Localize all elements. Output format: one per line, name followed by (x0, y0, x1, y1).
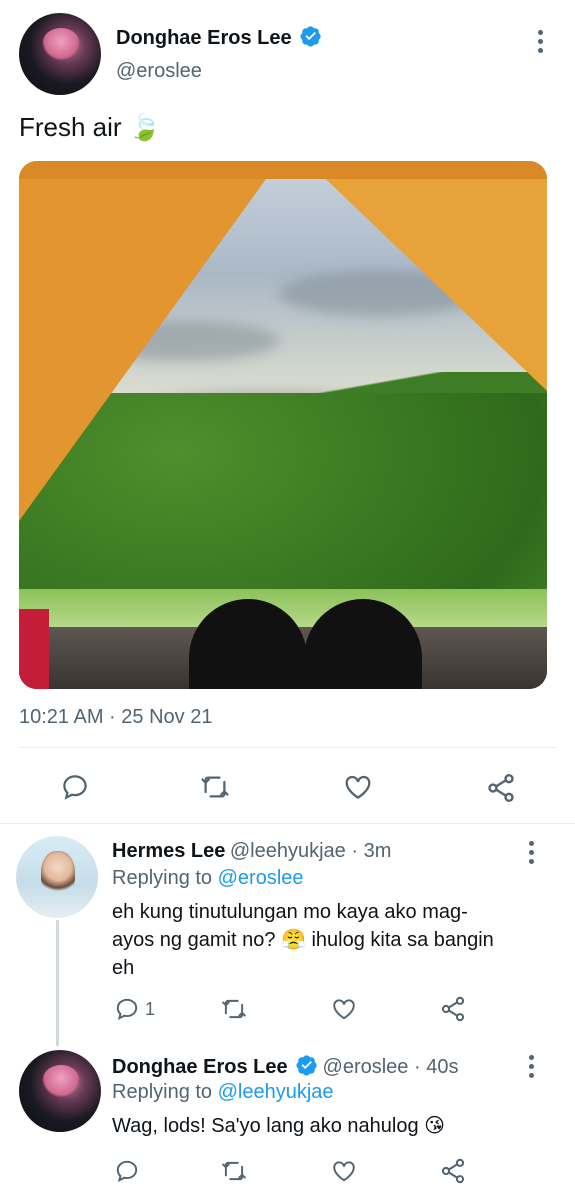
tweet-text: Fresh air 🍃 (19, 112, 162, 142)
share-icon[interactable] (485, 772, 517, 804)
reply-text-line: eh (112, 957, 135, 979)
reply-time[interactable]: 40s (426, 1056, 458, 1078)
replying-to-label: Replying to (112, 867, 213, 889)
reply-avatar[interactable] (19, 1050, 101, 1132)
verified-badge-icon (300, 26, 321, 47)
author-name-row: Donghae Eros Lee (116, 25, 322, 50)
retweet-icon[interactable] (199, 772, 231, 802)
reply-author-handle[interactable]: @leehyukjae (230, 840, 346, 862)
author-avatar[interactable] (19, 13, 101, 95)
author-name[interactable]: Donghae Eros Lee (116, 27, 292, 49)
like-icon[interactable] (330, 996, 358, 1022)
tweet-timestamp[interactable]: 10:21 AM · 25 Nov 21 (19, 706, 212, 729)
reply-text-line: eh kung tinutulungan mo kaya ako mag- (112, 901, 468, 923)
author-handle[interactable]: @eroslee (116, 60, 202, 83)
replying-to-link[interactable]: @eroslee (218, 867, 304, 889)
divider (0, 823, 575, 824)
replying-to-label: Replying to (112, 1081, 213, 1103)
reply-text: Wag, lods! Sa'yo lang ako nahulog 😘 (112, 1115, 446, 1137)
thread-line (56, 920, 59, 1046)
reply-header: Hermes Lee @leehyukjae · 3m (112, 840, 392, 862)
verified-badge-icon (296, 1055, 317, 1076)
retweet-icon[interactable] (220, 996, 248, 1022)
like-icon[interactable] (330, 1158, 358, 1184)
reply-author-handle[interactable]: @eroslee (323, 1056, 409, 1078)
divider (19, 747, 556, 748)
more-icon[interactable] (529, 1055, 535, 1082)
more-icon[interactable] (529, 841, 535, 868)
reply-icon[interactable] (60, 772, 90, 802)
reply-author-name[interactable]: Donghae Eros Lee (112, 1056, 288, 1078)
reply-icon[interactable] (114, 996, 140, 1022)
reply-count: 1 (145, 999, 156, 1019)
reply-text: eh kung tinutulungan mo kaya ako mag- ay… (112, 898, 494, 982)
share-icon[interactable] (439, 1157, 467, 1185)
retweet-icon[interactable] (220, 1158, 248, 1184)
replying-to-link[interactable]: @leehyukjae (218, 1081, 334, 1103)
reply-time[interactable]: 3m (364, 840, 392, 862)
share-icon[interactable] (439, 995, 467, 1023)
reply-author-name[interactable]: Hermes Lee (112, 840, 225, 862)
tweet-photo[interactable] (19, 161, 547, 689)
like-icon[interactable] (342, 772, 374, 802)
reply-avatar[interactable] (16, 836, 98, 918)
reply-header: Donghae Eros Lee @eroslee · 40s (112, 1055, 459, 1078)
reply-text-line: ayos ng gamit no? 😤 ihulog kita sa bangi… (112, 929, 494, 951)
more-icon[interactable] (538, 30, 544, 57)
replying-to: Replying to @leehyukjae (112, 1081, 334, 1104)
replying-to: Replying to @eroslee (112, 867, 304, 890)
reply-icon[interactable] (114, 1158, 140, 1184)
